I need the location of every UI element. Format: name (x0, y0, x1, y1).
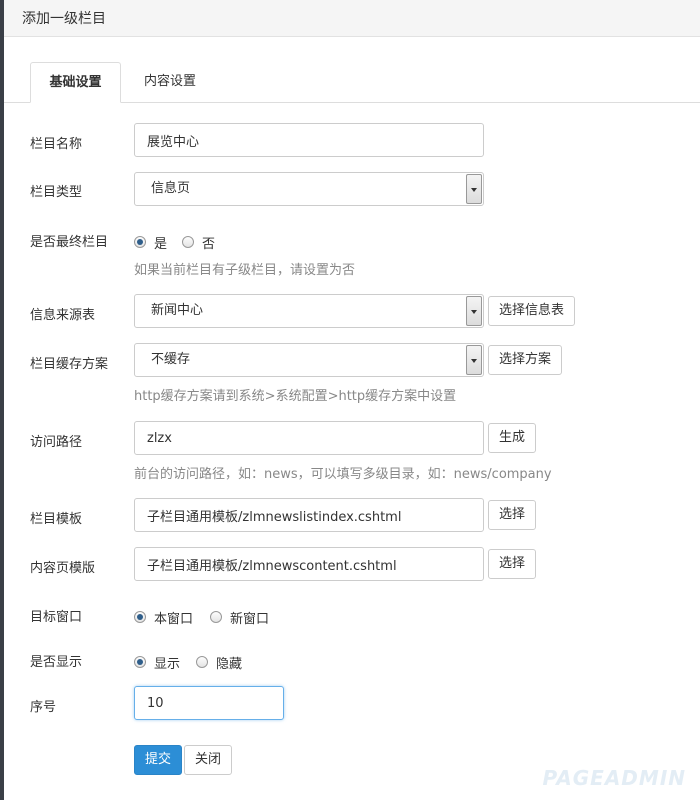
path-input[interactable] (134, 421, 484, 455)
chevron-down-icon (466, 296, 482, 326)
display-show-radio[interactable] (134, 656, 146, 668)
type-select-value: 信息页 (151, 181, 191, 196)
display-label: 是否显示 (30, 655, 83, 670)
order-input[interactable] (134, 686, 284, 720)
source-label: 信息来源表 (30, 308, 96, 323)
cache-select-value: 不缓存 (151, 352, 191, 367)
is-final-no-label: 否 (202, 237, 216, 252)
cache-select[interactable]: 不缓存 (134, 343, 484, 377)
cache-help: http缓存方案请到系统>系统配置>http缓存方案中设置 (134, 389, 457, 404)
type-label: 栏目类型 (30, 185, 83, 200)
name-input[interactable] (134, 123, 484, 157)
dialog-titlebar: 添加一级栏目 (4, 0, 700, 37)
target-new-radio[interactable] (210, 611, 222, 623)
is-final-yes-label: 是 (154, 237, 168, 252)
is-final-yes-radio[interactable] (134, 236, 146, 248)
type-select[interactable]: 信息页 (134, 172, 484, 206)
left-edge-bar (0, 0, 4, 800)
is-final-help: 如果当前栏目有子级栏目，请设置为否 (134, 263, 356, 278)
dialog-title: 添加一级栏目 (22, 11, 106, 27)
target-self-label: 本窗口 (154, 612, 194, 627)
chevron-down-icon (466, 174, 482, 204)
template-input[interactable] (134, 498, 484, 532)
tab-content-settings[interactable]: 内容设置 (130, 62, 210, 103)
content-template-input[interactable] (134, 547, 484, 581)
close-button[interactable]: 关闭 (184, 745, 233, 775)
source-select-value: 新闻中心 (151, 303, 204, 318)
generate-button[interactable]: 生成 (488, 423, 537, 453)
choose-template-button[interactable]: 选择 (488, 500, 537, 530)
display-hide-radio[interactable] (196, 656, 208, 668)
content-template-label: 内容页模版 (30, 561, 96, 576)
template-label: 栏目模板 (30, 512, 83, 527)
choose-table-button[interactable]: 选择信息表 (488, 296, 576, 326)
display-show-label: 显示 (154, 657, 181, 672)
choose-scheme-button[interactable]: 选择方案 (488, 345, 563, 375)
chevron-down-icon (466, 345, 482, 375)
name-label: 栏目名称 (30, 137, 83, 152)
display-hide-label: 隐藏 (216, 657, 243, 672)
is-final-no-radio[interactable] (182, 236, 194, 248)
source-select[interactable]: 新闻中心 (134, 294, 484, 328)
is-final-label: 是否最终栏目 (30, 235, 109, 250)
target-label: 目标窗口 (30, 610, 83, 625)
target-new-label: 新窗口 (230, 612, 270, 627)
tab-bar: 基础设置 内容设置 (4, 62, 700, 103)
choose-content-template-button[interactable]: 选择 (488, 549, 537, 579)
pageadmin-watermark: PAGEADMIN (542, 766, 686, 790)
path-label: 访问路径 (30, 435, 83, 450)
order-label: 序号 (30, 700, 57, 715)
tab-basic-settings[interactable]: 基础设置 (30, 62, 121, 103)
path-help: 前台的访问路径，如：news，可以填写多级目录，如：news/company (134, 467, 552, 482)
cache-label: 栏目缓存方案 (30, 357, 109, 372)
target-self-radio[interactable] (134, 611, 146, 623)
submit-button[interactable]: 提交 (134, 745, 183, 775)
